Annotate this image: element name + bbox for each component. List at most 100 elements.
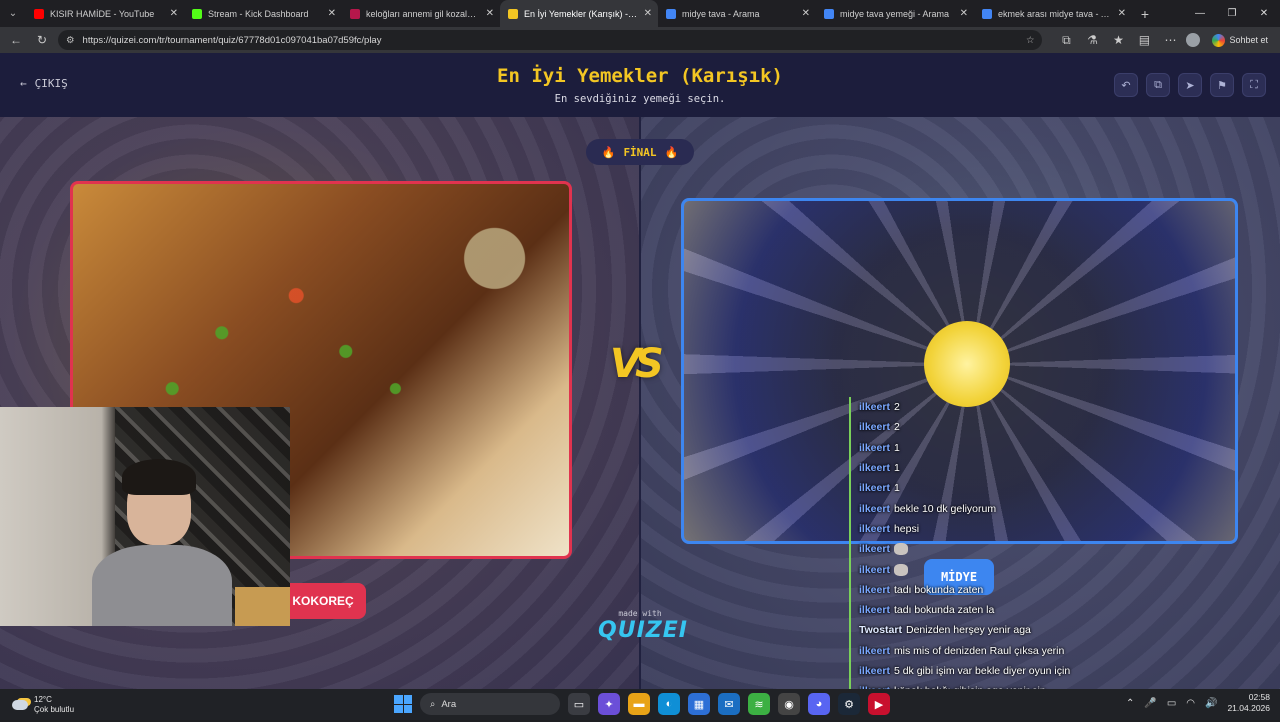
taskbar-apps: ⌕ Ara ▭ ✦ ▬ ◐ ▦ ✉ ≋ ◉ ◕ ⚙ ▶ xyxy=(394,693,890,715)
search-icon: ⌕ xyxy=(430,698,436,710)
chat-username[interactable]: ilkeert xyxy=(859,665,890,677)
profile-avatar[interactable] xyxy=(1186,33,1201,47)
tab-close-icon[interactable]: ✕ xyxy=(1118,8,1126,19)
copilot-app-icon[interactable]: ✦ xyxy=(598,693,620,715)
extensions-icon[interactable]: ⧉ xyxy=(1056,30,1076,50)
wifi-icon[interactable]: ◠ xyxy=(1186,698,1195,709)
address-bar[interactable]: ⚙ https://quizei.com/tr/tournament/quiz/… xyxy=(58,30,1043,50)
chat-username[interactable]: ilkeert xyxy=(859,604,890,616)
browser-tab[interactable]: En İyi Yemekler (Karışık) - Tier List, ✕ xyxy=(500,0,658,27)
browser-tab[interactable]: midye tava yemeği - Arama ✕ xyxy=(816,0,974,27)
file-explorer-icon[interactable]: ▬ xyxy=(628,693,650,715)
browser-tab[interactable]: keloğları annemi gil kozalak birazcı ✕ xyxy=(342,0,500,27)
system-tray: ⌃ 🎤 ▭ ◠ 🔊 02:58 21.04.2026 xyxy=(1126,692,1270,714)
chat-username[interactable]: ilkeert xyxy=(859,564,890,576)
streamer-hair xyxy=(122,459,196,495)
chat-text: 2 xyxy=(893,421,900,434)
chat-text: 2 xyxy=(893,401,900,414)
discord-icon[interactable]: ◕ xyxy=(808,693,830,715)
tab-title: Stream - Kick Dashboard xyxy=(208,8,309,19)
webcam-overlay xyxy=(0,407,290,626)
display-icon[interactable]: ▭ xyxy=(1167,698,1176,709)
collections-icon[interactable]: ▤ xyxy=(1134,30,1154,50)
tab-search-menu-button[interactable]: ⌄ xyxy=(0,0,26,27)
chat-username[interactable]: ilkeert xyxy=(859,523,890,535)
tab-title: KISIR HAMİDE - YouTube xyxy=(50,8,155,19)
volume-icon[interactable]: 🔊 xyxy=(1205,698,1217,709)
chat-message: ilkeert xyxy=(851,559,1149,579)
spotify-icon[interactable]: ≋ xyxy=(748,693,770,715)
made-with-text: made with xyxy=(618,609,662,618)
new-tab-button[interactable]: + xyxy=(1132,0,1158,27)
edge-browser-icon[interactable]: ◐ xyxy=(658,693,680,715)
taskbar-clock[interactable]: 02:58 21.04.2026 xyxy=(1227,692,1270,714)
undo-icon[interactable]: ↶ xyxy=(1114,73,1138,97)
tab-close-icon[interactable]: ✕ xyxy=(486,8,494,19)
tab-close-icon[interactable]: ✕ xyxy=(644,8,652,19)
made-with-quizei[interactable]: made with QUIZEI xyxy=(598,609,687,643)
chat-text: mis mis of denizden Raul çıksa yerin xyxy=(893,644,1065,657)
chat-text: 1 xyxy=(893,462,900,475)
lab-icon[interactable]: ⚗ xyxy=(1082,30,1102,50)
share-icon[interactable]: ⧉ xyxy=(1146,73,1170,97)
minimize-icon[interactable]: — xyxy=(1184,0,1216,27)
more-menu-icon[interactable]: ⋯ xyxy=(1160,30,1180,50)
browser-tab[interactable]: midye tava - Arama ✕ xyxy=(658,0,816,27)
chat-username[interactable]: ilkeert xyxy=(859,401,890,413)
taskbar-search[interactable]: ⌕ Ara xyxy=(420,693,560,715)
site-info-icon[interactable]: ⚙ xyxy=(66,35,75,46)
tab-favicon-icon xyxy=(350,8,360,19)
chat-username[interactable]: ilkeert xyxy=(859,421,890,433)
chevron-up-icon[interactable]: ⌃ xyxy=(1126,698,1134,709)
back-icon[interactable]: ← xyxy=(6,30,26,50)
tab-title: ekmek arası midye tava - Arama F xyxy=(998,8,1112,19)
maximize-icon[interactable]: ❐ xyxy=(1216,0,1248,27)
microphone-icon[interactable]: 🎤 xyxy=(1144,698,1156,709)
reload-icon[interactable]: ↻ xyxy=(32,30,52,50)
tab-close-icon[interactable]: ✕ xyxy=(802,8,810,19)
chat-username[interactable]: Twostart xyxy=(859,624,902,636)
url-text[interactable]: https://quizei.com/tr/tournament/quiz/67… xyxy=(83,35,1018,46)
weather-widget[interactable]: 12°C Çok bulutlu xyxy=(0,695,200,715)
chat-message: ilkeert bekle 10 dk geliyorum xyxy=(851,498,1149,518)
store-icon[interactable]: ▦ xyxy=(688,693,710,715)
tab-favicon-icon xyxy=(34,8,44,19)
media-app-icon[interactable]: ▶ xyxy=(868,693,890,715)
tab-close-icon[interactable]: ✕ xyxy=(960,8,968,19)
chat-username[interactable]: ilkeert xyxy=(859,503,890,515)
mail-icon[interactable]: ✉ xyxy=(718,693,740,715)
option-label-left[interactable]: KOKOREÇ xyxy=(280,583,366,619)
chat-username[interactable]: ilkeert xyxy=(859,584,890,596)
round-badge: 🔥 FİNAL 🔥 xyxy=(586,139,694,165)
windows-start-icon[interactable] xyxy=(394,695,412,713)
fullscreen-icon[interactable]: ⛶ xyxy=(1242,73,1266,97)
page-title: En İyi Yemekler (Karışık) xyxy=(497,65,783,87)
browser-tab-strip: ⌄ KISIR HAMİDE - YouTube ✕ Stream - Kick D… xyxy=(0,0,1280,27)
browser-tab[interactable]: ekmek arası midye tava - Arama F ✕ xyxy=(974,0,1132,27)
steam-icon[interactable]: ⚙ xyxy=(838,693,860,715)
obs-icon[interactable]: ◉ xyxy=(778,693,800,715)
quiz-header: ← ÇIKIŞ En İyi Yemekler (Karışık) En sev… xyxy=(0,53,1280,117)
tab-close-icon[interactable]: ✕ xyxy=(328,8,336,19)
close-window-icon[interactable]: ✕ xyxy=(1248,0,1280,27)
chat-username[interactable]: ilkeert xyxy=(859,462,890,474)
chat-username[interactable]: ilkeert xyxy=(859,645,890,657)
favorites-icon[interactable]: ★ xyxy=(1108,30,1128,50)
chat-username[interactable]: ilkeert xyxy=(859,442,890,454)
copilot-chat-label: Sohbet et xyxy=(1229,35,1268,45)
copilot-chat-button[interactable]: Sohbet et xyxy=(1206,33,1274,47)
chat-username[interactable]: ilkeert xyxy=(859,482,890,494)
flag-icon[interactable]: ⚑ xyxy=(1210,73,1234,97)
browser-tab[interactable]: KISIR HAMİDE - YouTube ✕ xyxy=(26,0,184,27)
bookmark-star-icon[interactable]: ☆ xyxy=(1026,35,1035,46)
chat-message: ilkeert tadı bokunda zaten xyxy=(851,580,1149,600)
chat-username[interactable]: ilkeert xyxy=(859,543,890,555)
tab-close-icon[interactable]: ✕ xyxy=(170,8,178,19)
window-controls: — ❐ ✕ xyxy=(1184,0,1280,27)
task-view-icon[interactable]: ▭ xyxy=(568,693,590,715)
send-icon[interactable]: ➤ xyxy=(1178,73,1202,97)
chat-message: ilkeert 1 xyxy=(851,438,1149,458)
browser-tab[interactable]: Stream - Kick Dashboard ✕ xyxy=(184,0,342,27)
weather-temperature: 12°C xyxy=(34,694,52,704)
streamer-body xyxy=(92,545,232,626)
